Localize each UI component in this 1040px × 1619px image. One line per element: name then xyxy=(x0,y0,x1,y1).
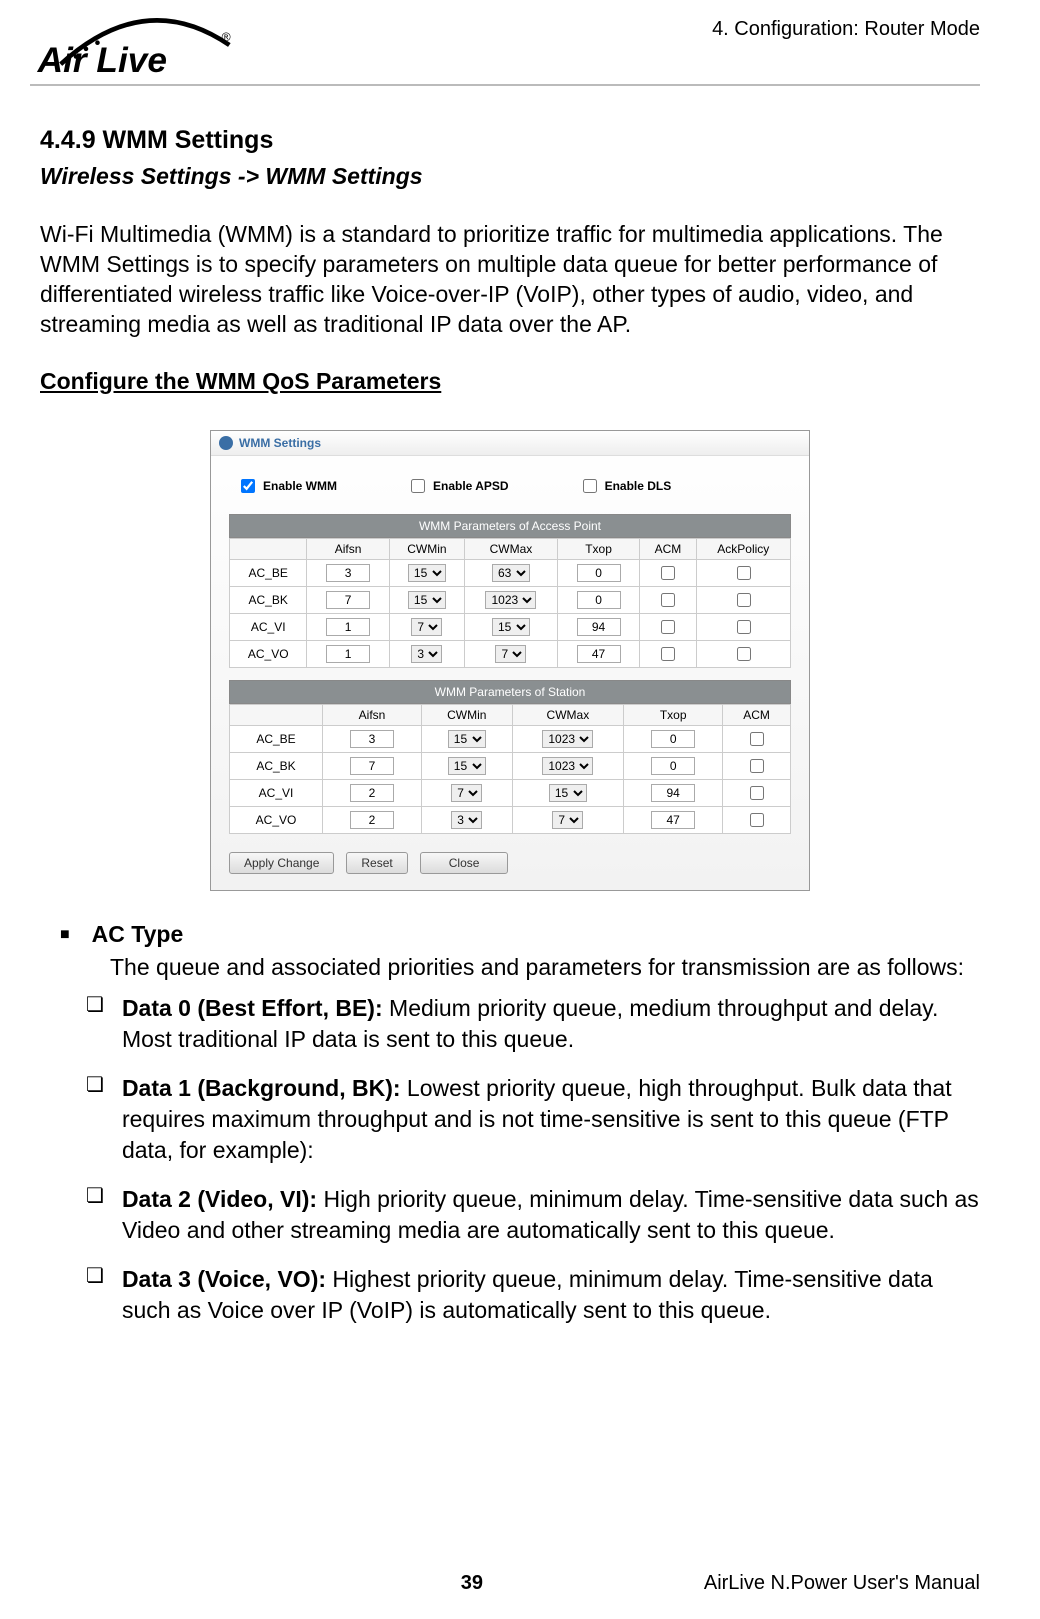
manual-name: AirLive N.Power User's Manual xyxy=(704,1572,980,1595)
enable-dls-label: Enable DLS xyxy=(605,479,672,493)
panel-title-text: WMM Settings xyxy=(239,436,321,450)
list-item: ❏ Data 0 (Best Effort, BE): Medium prior… xyxy=(86,993,980,1055)
enable-dls-checkbox[interactable]: Enable DLS xyxy=(579,476,672,496)
section-paragraph: Wi-Fi Multimedia (WMM) is a standard to … xyxy=(40,220,980,340)
station-params-table: WMM Parameters of Station Aifsn CWMin CW… xyxy=(229,680,791,834)
ackpolicy-checkbox[interactable] xyxy=(737,566,751,580)
header-breadcrumb: 4. Configuration: Router Mode xyxy=(712,18,980,41)
airlive-logo-icon: Air Live ® xyxy=(30,10,260,80)
hollow-square-bullet-icon: ❏ xyxy=(86,1073,104,1166)
cwmin-select[interactable]: 15 xyxy=(448,757,486,775)
acm-checkbox[interactable] xyxy=(750,813,764,827)
acm-checkbox[interactable] xyxy=(750,759,764,773)
aifsn-input[interactable] xyxy=(350,730,394,748)
cwmin-select[interactable]: 7 xyxy=(451,784,482,802)
panel-title-bar: WMM Settings xyxy=(211,431,809,456)
page-footer: 39 AirLive N.Power User's Manual xyxy=(0,1572,1040,1595)
acm-checkbox[interactable] xyxy=(750,732,764,746)
header-divider xyxy=(30,84,980,86)
table-header-row: Aifsn CWMin CWMax Txop ACM AckPolicy xyxy=(230,538,791,559)
aifsn-input[interactable] xyxy=(326,618,370,636)
enable-wmm-input[interactable] xyxy=(241,479,255,493)
table-header-row: Aifsn CWMin CWMax Txop ACM xyxy=(230,704,791,725)
square-bullet-icon: ■ xyxy=(60,927,70,943)
section-title: 4.4.9 WMM Settings xyxy=(40,126,980,155)
aifsn-input[interactable] xyxy=(350,784,394,802)
table-row: AC_VI 7 15 xyxy=(230,613,791,640)
list-item: ❏ Data 3 (Voice, VO): Highest priority q… xyxy=(86,1264,980,1326)
cwmax-select[interactable]: 7 xyxy=(552,811,583,829)
acm-checkbox[interactable] xyxy=(661,593,675,607)
station-params-caption: WMM Parameters of Station xyxy=(229,680,791,704)
page-number: 39 xyxy=(240,1572,704,1595)
cwmax-select[interactable]: 7 xyxy=(495,645,526,663)
ap-params-table: WMM Parameters of Access Point Aifsn CWM… xyxy=(229,514,791,668)
txop-input[interactable] xyxy=(577,591,621,609)
acm-checkbox[interactable] xyxy=(661,566,675,580)
cwmin-select[interactable]: 7 xyxy=(411,618,442,636)
table-row: AC_VI 7 15 xyxy=(230,779,791,806)
txop-input[interactable] xyxy=(651,757,695,775)
cwmin-select[interactable]: 3 xyxy=(411,645,442,663)
txop-input[interactable] xyxy=(651,784,695,802)
section-path: Wireless Settings -> WMM Settings xyxy=(40,163,980,190)
table-row: AC_BE 15 1023 xyxy=(230,725,791,752)
cwmax-select[interactable]: 1023 xyxy=(542,730,593,748)
table-row: AC_VO 3 7 xyxy=(230,640,791,667)
cwmax-select[interactable]: 63 xyxy=(492,564,530,582)
txop-input[interactable] xyxy=(577,645,621,663)
hollow-square-bullet-icon: ❏ xyxy=(86,1264,104,1326)
cwmax-select[interactable]: 15 xyxy=(492,618,530,636)
table-row: AC_BK 15 1023 xyxy=(230,752,791,779)
svg-text:Air Live: Air Live xyxy=(37,41,167,80)
cwmax-select[interactable]: 15 xyxy=(549,784,587,802)
svg-text:®: ® xyxy=(222,30,231,44)
enable-apsd-checkbox[interactable]: Enable APSD xyxy=(407,476,509,496)
ap-params-caption: WMM Parameters of Access Point xyxy=(229,514,791,538)
aifsn-input[interactable] xyxy=(326,645,370,663)
ac-type-section: ■ AC Type The queue and associated prior… xyxy=(40,921,980,1326)
ackpolicy-checkbox[interactable] xyxy=(737,593,751,607)
enable-wmm-label: Enable WMM xyxy=(263,479,337,493)
aifsn-input[interactable] xyxy=(350,811,394,829)
cwmax-select[interactable]: 1023 xyxy=(485,591,536,609)
acm-checkbox[interactable] xyxy=(750,786,764,800)
reset-button[interactable]: Reset xyxy=(346,852,407,874)
acm-checkbox[interactable] xyxy=(661,620,675,634)
configure-heading: Configure the WMM QoS Parameters xyxy=(40,368,441,395)
table-row: AC_BE 15 63 xyxy=(230,559,791,586)
txop-input[interactable] xyxy=(651,730,695,748)
ackpolicy-checkbox[interactable] xyxy=(737,620,751,634)
hollow-square-bullet-icon: ❏ xyxy=(86,993,104,1055)
cwmin-select[interactable]: 15 xyxy=(408,564,446,582)
close-button[interactable]: Close xyxy=(420,852,509,874)
cwmin-select[interactable]: 15 xyxy=(408,591,446,609)
cwmin-select[interactable]: 3 xyxy=(451,811,482,829)
table-row: AC_VO 3 7 xyxy=(230,806,791,833)
table-row: AC_BK 15 1023 xyxy=(230,586,791,613)
acm-checkbox[interactable] xyxy=(661,647,675,661)
hollow-square-bullet-icon: ❏ xyxy=(86,1184,104,1246)
cwmin-select[interactable]: 15 xyxy=(448,730,486,748)
aifsn-input[interactable] xyxy=(326,564,370,582)
txop-input[interactable] xyxy=(651,811,695,829)
enable-apsd-input[interactable] xyxy=(411,479,425,493)
txop-input[interactable] xyxy=(577,618,621,636)
aifsn-input[interactable] xyxy=(350,757,394,775)
ackpolicy-checkbox[interactable] xyxy=(737,647,751,661)
cwmax-select[interactable]: 1023 xyxy=(542,757,593,775)
enable-wmm-checkbox[interactable]: Enable WMM xyxy=(237,476,337,496)
txop-input[interactable] xyxy=(577,564,621,582)
ac-type-title: AC Type xyxy=(92,921,184,948)
ac-type-intro: The queue and associated priorities and … xyxy=(110,952,980,983)
list-item: ❏ Data 1 (Background, BK): Lowest priori… xyxy=(86,1073,980,1166)
list-item: ❏ Data 2 (Video, VI): High priority queu… xyxy=(86,1184,980,1246)
enable-apsd-label: Enable APSD xyxy=(433,479,509,493)
panel-title-icon xyxy=(219,436,233,450)
apply-change-button[interactable]: Apply Change xyxy=(229,852,334,874)
enable-dls-input[interactable] xyxy=(583,479,597,493)
aifsn-input[interactable] xyxy=(326,591,370,609)
wmm-settings-panel: WMM Settings Enable WMM Enable APSD Enab… xyxy=(210,430,810,891)
